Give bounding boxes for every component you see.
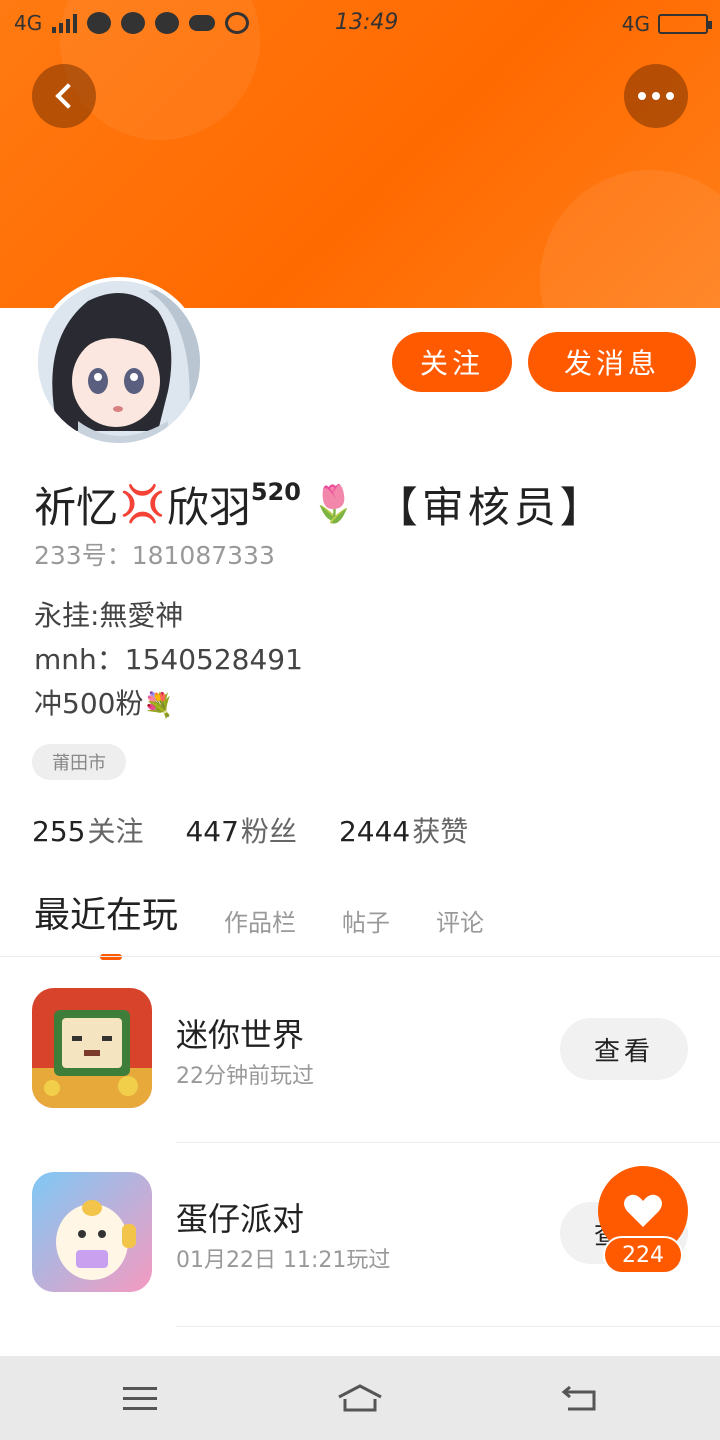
more-button[interactable]: [624, 64, 688, 128]
game-name: 蛋仔派对: [176, 1200, 305, 1238]
role-badge: 【审核员】: [375, 482, 606, 532]
chevron-left-icon: [55, 83, 81, 109]
heart-icon: [624, 1194, 662, 1227]
home-button[interactable]: [330, 1378, 390, 1418]
follow-button[interactable]: 关注: [392, 332, 512, 392]
name-superscript: 520: [250, 478, 301, 506]
status-bar: 4G 13:49 4G: [0, 0, 720, 46]
list-item[interactable]: 迷你世界 22分钟前玩过 查看: [0, 958, 720, 1143]
like-count: 224: [603, 1236, 683, 1274]
game-name: 迷你世界: [176, 1016, 305, 1054]
game-played-time: 22分钟前玩过: [176, 1064, 314, 1089]
tab-works[interactable]: 作品栏: [224, 903, 296, 960]
tab-posts[interactable]: 帖子: [342, 903, 390, 960]
menu-button[interactable]: [110, 1378, 170, 1418]
stat-following[interactable]: 255关注: [32, 810, 143, 850]
profile-tabs: 最近在玩 作品栏 帖子 评论: [34, 886, 484, 960]
user-id: 233号：181087333: [34, 541, 275, 570]
profile-header-background: [0, 0, 720, 308]
game-icon: [32, 1172, 152, 1292]
item-divider: [176, 1326, 720, 1327]
send-message-button[interactable]: 发消息: [528, 332, 696, 392]
cloud-icon: [189, 15, 216, 31]
back-button[interactable]: [32, 64, 96, 128]
network-label: 4G: [14, 11, 43, 35]
anger-icon: 💢: [120, 484, 165, 525]
profile-name: 祈忆 💢 欣羽 520 🌷 【审核员】: [34, 476, 606, 532]
tab-divider: [0, 956, 720, 957]
stats: 255关注 447粉丝 2444获赞: [32, 810, 468, 850]
tab-recently-played[interactable]: 最近在玩: [34, 886, 178, 960]
return-icon: [561, 1385, 596, 1411]
stat-followers[interactable]: 447粉丝: [185, 810, 296, 850]
app-icon: [121, 12, 146, 34]
bouquet-icon: 💐: [143, 691, 174, 719]
status-time: 13:49: [335, 10, 399, 35]
name-part-1: 祈忆: [34, 482, 119, 532]
avatar-image: [38, 281, 200, 443]
bio-line: mnh：1540528491: [34, 643, 303, 676]
game-icon: [32, 988, 152, 1108]
system-back-button[interactable]: [550, 1378, 610, 1418]
chat-icon: [87, 12, 112, 34]
battery-icon: [658, 14, 712, 34]
stat-likes[interactable]: 2444获赞: [339, 810, 468, 850]
menu-icon: [123, 1386, 157, 1410]
view-button[interactable]: 查看: [560, 1018, 688, 1080]
bio-line: 永挂:無愛神: [34, 599, 184, 632]
tulip-icon: 🌷: [310, 484, 356, 525]
bio: 永挂:無愛神 mnh：1540528491 冲500粉💐: [34, 594, 303, 727]
signal-icon: [52, 13, 78, 33]
location-tag: 莆田市: [32, 744, 126, 780]
bio-line: 冲500粉💐: [34, 687, 174, 720]
play-icon: [225, 12, 250, 34]
tab-comments[interactable]: 评论: [436, 903, 484, 960]
system-nav-bar: [0, 1356, 720, 1440]
wechat-icon: [155, 12, 180, 34]
home-icon: [338, 1384, 382, 1412]
more-horizontal-icon: [638, 92, 674, 100]
name-part-2: 欣羽: [166, 482, 251, 532]
avatar[interactable]: [34, 277, 204, 447]
game-played-time: 01月22日 11:21玩过: [176, 1248, 391, 1273]
network-label-right: 4G: [621, 12, 650, 36]
